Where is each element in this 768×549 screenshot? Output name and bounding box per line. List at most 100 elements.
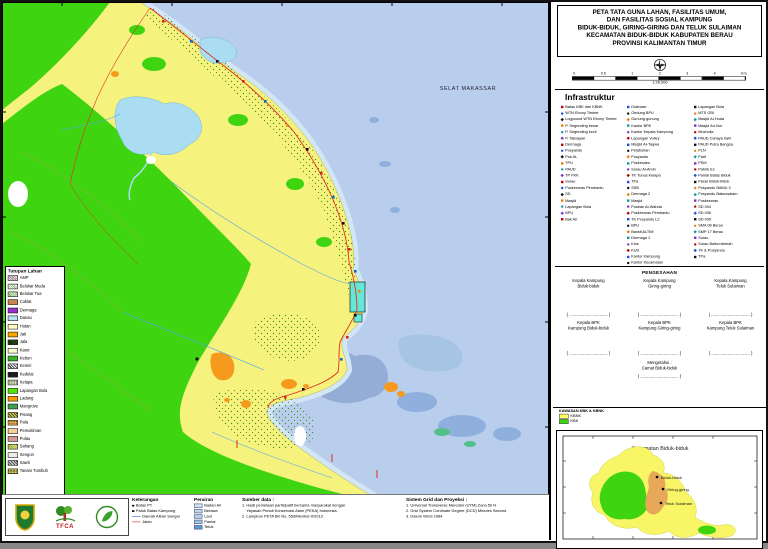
- perairan-label: Berawa: [204, 509, 218, 514]
- infra-legend-label: Kantor Kepala Kampung: [631, 129, 674, 135]
- infra-legend-label: Musholla: [697, 129, 714, 135]
- landcover-swatch: [7, 299, 18, 306]
- sea-label: SELAT MAKASSAR: [440, 86, 496, 92]
- data-source-title: Sumber data :: [242, 497, 275, 503]
- kawasan-label: KBK: [570, 419, 579, 424]
- infra-legend-label: Dermaga 1: [631, 235, 651, 241]
- facility-marker-icon: [693, 224, 696, 227]
- facility-marker-icon: [693, 192, 697, 197]
- keterangan-legend: Keterangan Batas PT Patok Batas Kampung Da…: [132, 497, 192, 540]
- landcover-label: Sawit: [19, 460, 30, 466]
- facility-marker-icon: [627, 224, 630, 227]
- scale-bar-segment: [572, 76, 595, 80]
- landcover-legend: Tutupan Lahan AMP Belukar Muda Belukar Tua…: [5, 266, 65, 496]
- line-symbol-icon: [132, 521, 141, 523]
- facility-marker-icon: [627, 180, 630, 184]
- infra-legend-label: Masjid An-Nur: [697, 123, 722, 128]
- landcover-label: Ladang: [19, 396, 34, 401]
- perairan-label: Teluk: [204, 525, 214, 530]
- map-title-line: KECAMATAN BIDUK-BIDUK KABUPATEN BERAU: [586, 32, 733, 39]
- approval-row2: Kepala BPK Kampung Biduk-biduk Kepala BPK…: [553, 320, 766, 331]
- landcover-label: Belukar Muda: [19, 284, 45, 289]
- inset-kbk-tail: [698, 525, 716, 535]
- kawasan-swatch: [559, 418, 569, 424]
- scale-ratio: 1:26.000: [652, 80, 668, 85]
- landcover-label: Danau: [19, 316, 32, 321]
- landcover-legend-item: Hutan: [6, 322, 64, 330]
- facility-marker-icon: [627, 149, 630, 152]
- landcover-swatch: [7, 436, 18, 442]
- scale-bar-segment: [594, 76, 616, 80]
- facility-marker-icon: [693, 105, 696, 109]
- landcover-legend-item: Sawit: [6, 459, 64, 467]
- facility-marker-icon: [626, 192, 631, 197]
- infra-legend-label: Posyandu: [631, 154, 649, 160]
- infra-legend-label: Dermaga: [565, 142, 581, 147]
- keterangan-label: Batas PT: [135, 503, 153, 508]
- infra-legend-label: Pos AL: [565, 154, 578, 160]
- infrastructure-column: Batas KBK dan KBNK WTN Ebony Timber Logpou…: [560, 104, 627, 222]
- landcover-swatch: [7, 347, 18, 354]
- landcover-legend-item: Lapangan Bola: [6, 387, 64, 395]
- facility-marker-icon: [693, 180, 696, 184]
- facility-marker-icon: [626, 211, 631, 215]
- facility-marker-icon: [561, 112, 564, 115]
- perairan-label: Badan Air: [204, 503, 222, 508]
- keterangan-label: Daerah Aliran Sungai: [142, 514, 180, 519]
- scale-tick-label: 1: [631, 72, 634, 76]
- landcover-label: Pala: [19, 420, 28, 425]
- signature-line-row: ( ................................. )( .…: [566, 351, 753, 356]
- landcover-swatch: [7, 452, 18, 458]
- facility-marker-icon: [627, 261, 630, 265]
- infra-legend-label: Surau: [565, 179, 576, 185]
- data-source-line: 2. Lampiran PETA BK No. 55d/Menhut-II/20…: [242, 514, 323, 519]
- infrastructure-column: Lapangan Bola MTS GBI Masjid Al-Huda Masjid…: [693, 104, 760, 260]
- facility-marker-icon: [626, 230, 631, 234]
- landcover-legend-item: Jala: [6, 338, 64, 346]
- berau-crest-logo-icon: [14, 503, 35, 531]
- infra-legend-label: Dermaga 2: [631, 192, 651, 197]
- landcover-swatch: [7, 371, 18, 378]
- infra-legend-label: Pelabuhan: [631, 148, 650, 153]
- facility-marker-icon: [561, 218, 564, 221]
- tfca-logo-text: TFCA: [55, 524, 74, 530]
- water-swatch: [194, 519, 203, 524]
- scale-bar-segment: [659, 76, 681, 80]
- facility-marker-icon: [627, 168, 630, 171]
- facility-marker-icon: [693, 248, 697, 253]
- facility-marker-icon: [693, 124, 696, 128]
- keterangan-list: Batas PT Patok Batas Kampung Daerah Aliran…: [132, 503, 192, 525]
- perairan-legend: Perairan Badan Air Berawa Laut Pantai Teluk: [194, 497, 240, 540]
- infra-legend-label: TPU: [565, 161, 573, 166]
- infra-legend-label: BankKALTIM: [631, 229, 654, 234]
- facility-marker-icon: [627, 255, 630, 258]
- map-title-line: DAN FASILITAS SOSIAL KAMPUNG: [606, 16, 713, 24]
- facility-marker-icon: [693, 168, 696, 171]
- infra-legend-label: TK Tunas Kelapa: [631, 173, 661, 178]
- infra-legend-label: P. Segending kecil: [565, 129, 597, 135]
- landcover-swatch: [7, 275, 18, 281]
- facility-marker-icon: [626, 136, 631, 140]
- compass-rose-icon: [553, 57, 766, 72]
- approval-cell: Kepala BPK Kampung Biduk-biduk: [567, 321, 610, 331]
- landcover-legend-item: Mangrove: [6, 403, 64, 411]
- main-map-canvas: SELAT MAKASSAR: [2, 2, 549, 538]
- landcover-swatch: [7, 291, 18, 297]
- landcover-label: Sengon: [19, 452, 34, 458]
- infra-legend-label: Pabrik Es: [697, 167, 715, 172]
- infra-legend-item: Bak Air: [561, 216, 627, 222]
- infra-legend-label: KUD: [631, 248, 640, 253]
- landcover-swatch: [7, 355, 18, 362]
- infra-legend-label: TK Posyandu L2: [631, 217, 660, 222]
- infra-legend-label: SD 004: [697, 204, 711, 209]
- map-title-line: BIDUK-BIDUK, GIRING-GIRING DAN TELUK SUL…: [577, 24, 742, 32]
- infra-legend-label: Pusban Al-Wahda: [631, 204, 663, 209]
- facility-marker-icon: [627, 162, 630, 165]
- facility-marker-icon: [626, 117, 631, 122]
- inset-point-label: Biduk-biduk: [661, 475, 682, 480]
- facility-marker-icon: [560, 136, 564, 140]
- infra-legend-label: Logpound WTN Ebony Timber: [565, 117, 617, 122]
- landcover-swatch: [7, 420, 18, 426]
- landcover-swatch: [7, 331, 18, 338]
- landcover-label: Pemukiman: [19, 428, 42, 433]
